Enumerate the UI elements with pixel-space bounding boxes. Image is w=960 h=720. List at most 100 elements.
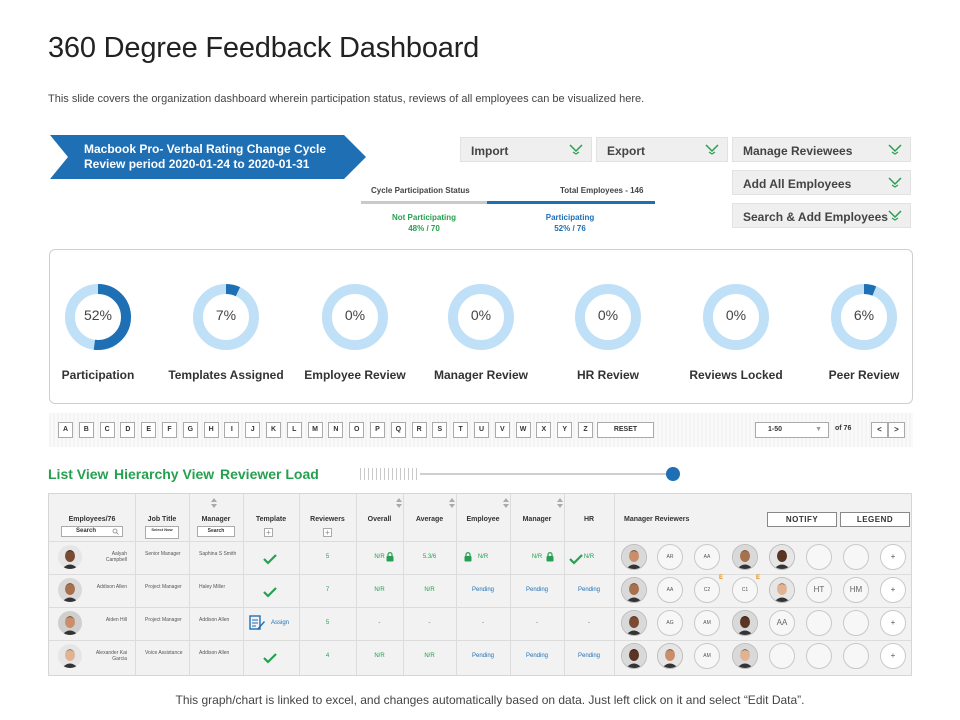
reviewer-avatar[interactable] bbox=[769, 577, 795, 603]
letter-filter-f[interactable]: F bbox=[162, 422, 177, 438]
employee-name[interactable]: Addison Allen bbox=[91, 584, 127, 590]
letter-filter-d[interactable]: D bbox=[120, 422, 136, 438]
reviewer-avatar[interactable] bbox=[732, 610, 758, 636]
reviewer-initials[interactable]: AM bbox=[694, 643, 720, 669]
checkmark-icon bbox=[263, 653, 277, 664]
reviewer-initials[interactable]: HT bbox=[806, 577, 832, 603]
employee-name[interactable]: Alexander Kai Garcia bbox=[91, 650, 127, 662]
manager-search-input[interactable]: Search bbox=[197, 526, 235, 537]
sort-icon[interactable] bbox=[557, 498, 563, 508]
reviewer-initials[interactable]: AG bbox=[657, 610, 683, 636]
col-average: Average bbox=[415, 516, 444, 523]
view-slider-handle[interactable] bbox=[666, 467, 680, 481]
employee-avatar bbox=[58, 545, 82, 569]
page-range-select[interactable]: 1-50 ▼ bbox=[755, 422, 829, 438]
assign-link[interactable]: Assign bbox=[269, 620, 291, 626]
reviewer-initials[interactable]: AA bbox=[694, 544, 720, 570]
letter-filter-b[interactable]: B bbox=[78, 422, 94, 438]
view-slider-track[interactable] bbox=[420, 473, 668, 475]
reviewer-initials[interactable]: HM bbox=[843, 577, 869, 603]
letter-filter-m[interactable]: M bbox=[307, 422, 323, 438]
letter-filter-t[interactable]: T bbox=[453, 422, 469, 438]
empty-reviewer-slot[interactable] bbox=[769, 643, 795, 669]
empty-reviewer-slot[interactable] bbox=[806, 643, 832, 669]
letter-filter-v[interactable]: V bbox=[494, 422, 510, 438]
letter-filter-x[interactable]: X bbox=[536, 422, 552, 438]
letter-filter-z[interactable]: Z bbox=[578, 422, 593, 438]
empty-reviewer-slot[interactable] bbox=[843, 643, 869, 669]
reviewer-avatar[interactable] bbox=[621, 610, 647, 636]
reset-button[interactable]: RESET bbox=[597, 422, 654, 438]
sort-icon[interactable] bbox=[396, 498, 402, 508]
letter-filter-h[interactable]: H bbox=[203, 422, 219, 438]
empty-reviewer-slot[interactable] bbox=[806, 544, 832, 570]
tab-hierarchy-view[interactable]: Hierarchy View bbox=[114, 466, 214, 482]
empty-reviewer-slot[interactable] bbox=[843, 544, 869, 570]
reviewer-initials[interactable]: C2 bbox=[694, 577, 720, 603]
reviewer-avatar[interactable] bbox=[657, 643, 683, 669]
reviewer-avatar[interactable] bbox=[621, 577, 647, 603]
prev-page-button[interactable]: < bbox=[871, 422, 888, 438]
letter-filter-u[interactable]: U bbox=[474, 422, 489, 438]
reviewer-initials[interactable]: C1 bbox=[732, 577, 758, 603]
legend-button[interactable]: LEGEND bbox=[840, 512, 910, 527]
empty-reviewer-slot[interactable] bbox=[806, 610, 832, 636]
letter-filter-w[interactable]: W bbox=[515, 422, 531, 438]
reviewer-avatar[interactable] bbox=[732, 544, 758, 570]
cycle-banner[interactable]: Macbook Pro- Verbal Rating Change Cycle … bbox=[50, 135, 366, 179]
footer-note: This graph/chart is linked to excel, and… bbox=[175, 693, 805, 707]
next-page-button[interactable]: > bbox=[888, 422, 905, 438]
letter-filter-j[interactable]: J bbox=[245, 422, 261, 438]
sort-icon[interactable] bbox=[449, 498, 455, 508]
reviewer-initials[interactable]: AM bbox=[694, 610, 720, 636]
checkmark-icon bbox=[263, 554, 277, 565]
letter-filter-y[interactable]: Y bbox=[557, 422, 573, 438]
person-photo-icon bbox=[733, 644, 757, 668]
search-add-employees-dropdown[interactable]: Search & Add Employees bbox=[732, 203, 911, 228]
reviewer-avatar[interactable] bbox=[732, 643, 758, 669]
letter-filter-o[interactable]: O bbox=[349, 422, 365, 438]
reviewer-avatar[interactable] bbox=[621, 544, 647, 570]
import-dropdown[interactable]: Import bbox=[460, 137, 592, 162]
job-title-select[interactable]: Select Now bbox=[145, 526, 179, 539]
reviewer-avatar[interactable] bbox=[769, 544, 795, 570]
assign-template-icon[interactable] bbox=[249, 615, 265, 631]
letter-filter-k[interactable]: K bbox=[266, 422, 281, 438]
employees-search-input[interactable]: Search bbox=[61, 526, 123, 537]
reviewer-initials[interactable]: AR bbox=[657, 544, 683, 570]
letter-filter-p[interactable]: P bbox=[370, 422, 385, 438]
letter-filter-a[interactable]: A bbox=[58, 422, 73, 438]
export-dropdown[interactable]: Export bbox=[596, 137, 728, 162]
employee-name[interactable]: Aalyah Campbell bbox=[91, 551, 127, 563]
person-photo-icon bbox=[733, 545, 757, 569]
sort-icon[interactable] bbox=[503, 498, 509, 508]
add-all-employees-dropdown[interactable]: Add All Employees bbox=[732, 170, 911, 195]
manage-reviewees-dropdown[interactable]: Manage Reviewees bbox=[732, 137, 911, 162]
reviewer-avatar[interactable] bbox=[621, 643, 647, 669]
overall-status: N/R bbox=[374, 587, 385, 593]
empty-reviewer-slot[interactable] bbox=[843, 610, 869, 636]
col-job-title: Job Title bbox=[147, 516, 177, 523]
sort-icon[interactable] bbox=[211, 498, 217, 508]
reviewer-initials[interactable]: AA bbox=[657, 577, 683, 603]
letter-filter-s[interactable]: S bbox=[432, 422, 448, 438]
add-template-icon[interactable]: + bbox=[264, 528, 273, 537]
letter-filter-c[interactable]: C bbox=[99, 422, 115, 438]
letter-filter-q[interactable]: Q bbox=[390, 422, 406, 438]
letter-filter-r[interactable]: R bbox=[411, 422, 427, 438]
add-reviewer-button[interactable]: + bbox=[880, 577, 906, 603]
letter-filter-e[interactable]: E bbox=[141, 422, 157, 438]
letter-filter-i[interactable]: I bbox=[224, 422, 240, 438]
letter-filter-n[interactable]: N bbox=[328, 422, 344, 438]
tab-reviewer-load[interactable]: Reviewer Load bbox=[220, 466, 319, 482]
add-reviewer-button[interactable]: + bbox=[880, 610, 906, 636]
letter-filter-g[interactable]: G bbox=[182, 422, 198, 438]
add-reviewer-button[interactable]: + bbox=[880, 544, 906, 570]
reviewer-initials[interactable]: AA bbox=[769, 610, 795, 636]
tab-list-view[interactable]: List View bbox=[48, 466, 108, 482]
notify-button[interactable]: NOTIFY bbox=[767, 512, 837, 527]
add-reviewer-button[interactable]: + bbox=[880, 643, 906, 669]
letter-filter-l[interactable]: L bbox=[286, 422, 302, 438]
employee-name[interactable]: Aiden Hill bbox=[91, 617, 127, 623]
add-reviewer-icon[interactable]: + bbox=[323, 528, 332, 537]
